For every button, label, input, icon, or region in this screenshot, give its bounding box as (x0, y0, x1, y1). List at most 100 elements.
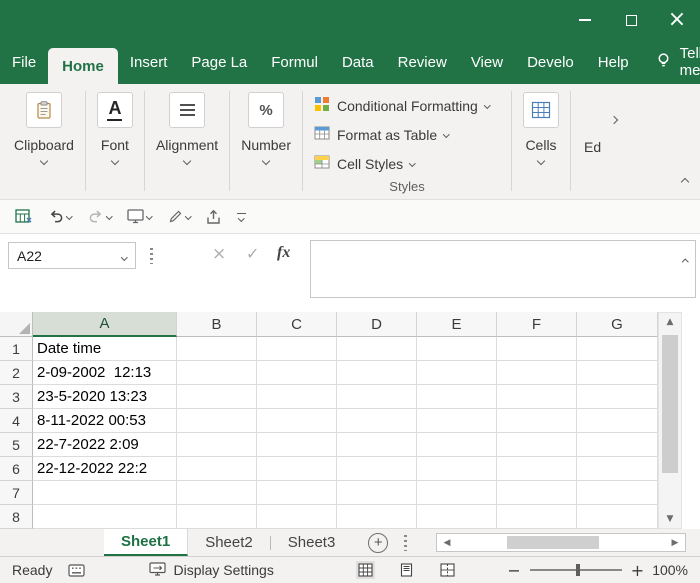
conditional-formatting-button[interactable]: Conditional Formatting (314, 91, 504, 120)
cell[interactable] (177, 385, 257, 409)
minimize-button[interactable] (562, 0, 608, 40)
redo-button[interactable] (83, 206, 117, 227)
cell[interactable] (177, 409, 257, 433)
scroll-down-icon[interactable]: ▼ (667, 510, 674, 528)
row-header[interactable]: 1 (0, 337, 33, 361)
display-settings-button[interactable]: Display Settings (149, 562, 273, 579)
cell[interactable] (497, 505, 577, 529)
select-all-button[interactable] (0, 312, 33, 337)
cell-a1[interactable]: Date time (33, 337, 177, 361)
enter-check-icon[interactable]: ✓ (246, 244, 259, 263)
cell[interactable] (577, 433, 658, 457)
cell[interactable] (177, 337, 257, 361)
cell[interactable] (497, 457, 577, 481)
column-header-a[interactable]: A (33, 312, 177, 337)
cell[interactable] (497, 409, 577, 433)
cell[interactable] (497, 433, 577, 457)
cell[interactable] (337, 481, 417, 505)
cell[interactable] (257, 433, 337, 457)
editing-group[interactable]: Ed (572, 91, 617, 199)
font-group-button[interactable]: A Font (87, 91, 143, 199)
cell[interactable] (257, 361, 337, 385)
cell[interactable] (417, 505, 497, 529)
zoom-slider-thumb[interactable] (576, 564, 580, 576)
column-header-f[interactable]: F (497, 312, 577, 337)
cell[interactable] (577, 385, 658, 409)
tab-home[interactable]: Home (48, 48, 118, 84)
screen-clip-button[interactable] (122, 206, 157, 227)
cell[interactable] (337, 505, 417, 529)
tab-file[interactable]: File (0, 40, 48, 84)
scroll-up-icon[interactable]: ▲ (667, 313, 674, 331)
row-header[interactable]: 6 (0, 457, 33, 481)
expand-formula-bar-button[interactable] (683, 251, 688, 269)
row-header[interactable]: 2 (0, 361, 33, 385)
cell[interactable] (417, 433, 497, 457)
cell[interactable] (177, 433, 257, 457)
new-sheet-button[interactable]: + (368, 533, 388, 553)
cell[interactable] (497, 361, 577, 385)
cell[interactable] (417, 385, 497, 409)
tab-view[interactable]: View (459, 40, 515, 84)
customize-toolbar-button[interactable] (232, 210, 251, 224)
draw-button[interactable] (163, 206, 196, 227)
row-header[interactable]: 5 (0, 433, 33, 457)
cell[interactable] (177, 457, 257, 481)
tab-insert[interactable]: Insert (118, 40, 180, 84)
cell[interactable] (577, 505, 658, 529)
cell[interactable] (497, 481, 577, 505)
cell[interactable] (577, 337, 658, 361)
cell[interactable] (337, 433, 417, 457)
cell-a6[interactable]: 22-12-2022 22:2 (33, 457, 177, 481)
vertical-scroll-thumb[interactable] (662, 335, 678, 473)
page-layout-view-icon[interactable] (397, 561, 416, 579)
name-box[interactable]: A22 (8, 242, 136, 269)
page-break-view-icon[interactable] (438, 561, 457, 579)
row-header[interactable]: 3 (0, 385, 33, 409)
tab-review[interactable]: Review (386, 40, 459, 84)
cell-a5[interactable]: 22-7-2022 2:09 (33, 433, 177, 457)
cell[interactable] (257, 409, 337, 433)
cell[interactable] (417, 409, 497, 433)
cell-a2[interactable]: 2-09-2002 12:13 (33, 361, 177, 385)
cell[interactable] (417, 481, 497, 505)
cell[interactable] (177, 361, 257, 385)
row-header[interactable]: 7 (0, 481, 33, 505)
tab-formulas[interactable]: Formul (259, 40, 330, 84)
cell[interactable] (257, 457, 337, 481)
scroll-left-icon[interactable]: ◀ (437, 538, 457, 548)
cells-group-button[interactable]: Cells (513, 91, 569, 199)
zoom-percentage[interactable]: 100% (652, 562, 688, 578)
tab-page-layout[interactable]: Page La (179, 40, 259, 84)
zoom-slider[interactable] (530, 569, 622, 571)
format-as-table-button[interactable]: Format as Table (314, 120, 504, 149)
cell[interactable] (257, 337, 337, 361)
sheet-tab-sheet2[interactable]: Sheet2 (188, 529, 270, 556)
share-button[interactable] (201, 206, 226, 228)
cell-a4[interactable]: 8-11-2022 00:53 (33, 409, 177, 433)
cell-a8[interactable] (33, 505, 177, 529)
column-header-d[interactable]: D (337, 312, 417, 337)
workbook-button[interactable] (10, 206, 37, 228)
cell[interactable] (177, 505, 257, 529)
zoom-in-button[interactable]: + (631, 561, 644, 580)
cell[interactable] (497, 385, 577, 409)
cell[interactable] (417, 361, 497, 385)
chevron-right-icon[interactable] (610, 116, 618, 124)
cell-a7[interactable] (33, 481, 177, 505)
cell[interactable] (577, 481, 658, 505)
cell[interactable] (337, 361, 417, 385)
horizontal-scrollbar[interactable]: ◀ ▶ (436, 533, 686, 552)
horizontal-scroll-thumb[interactable] (507, 536, 599, 549)
cell[interactable] (417, 457, 497, 481)
cell[interactable] (337, 457, 417, 481)
sheet-tab-sheet1[interactable]: Sheet1 (104, 529, 188, 556)
cell[interactable] (337, 409, 417, 433)
clipboard-group-button[interactable]: Clipboard (4, 91, 84, 199)
tab-data[interactable]: Data (330, 40, 386, 84)
vertical-scrollbar[interactable]: ▲ ▼ (658, 312, 682, 529)
insert-function-button[interactable]: fx (277, 244, 290, 262)
tab-developer[interactable]: Develo (515, 40, 586, 84)
zoom-out-button[interactable]: − (507, 561, 520, 580)
column-header-g[interactable]: G (577, 312, 658, 337)
